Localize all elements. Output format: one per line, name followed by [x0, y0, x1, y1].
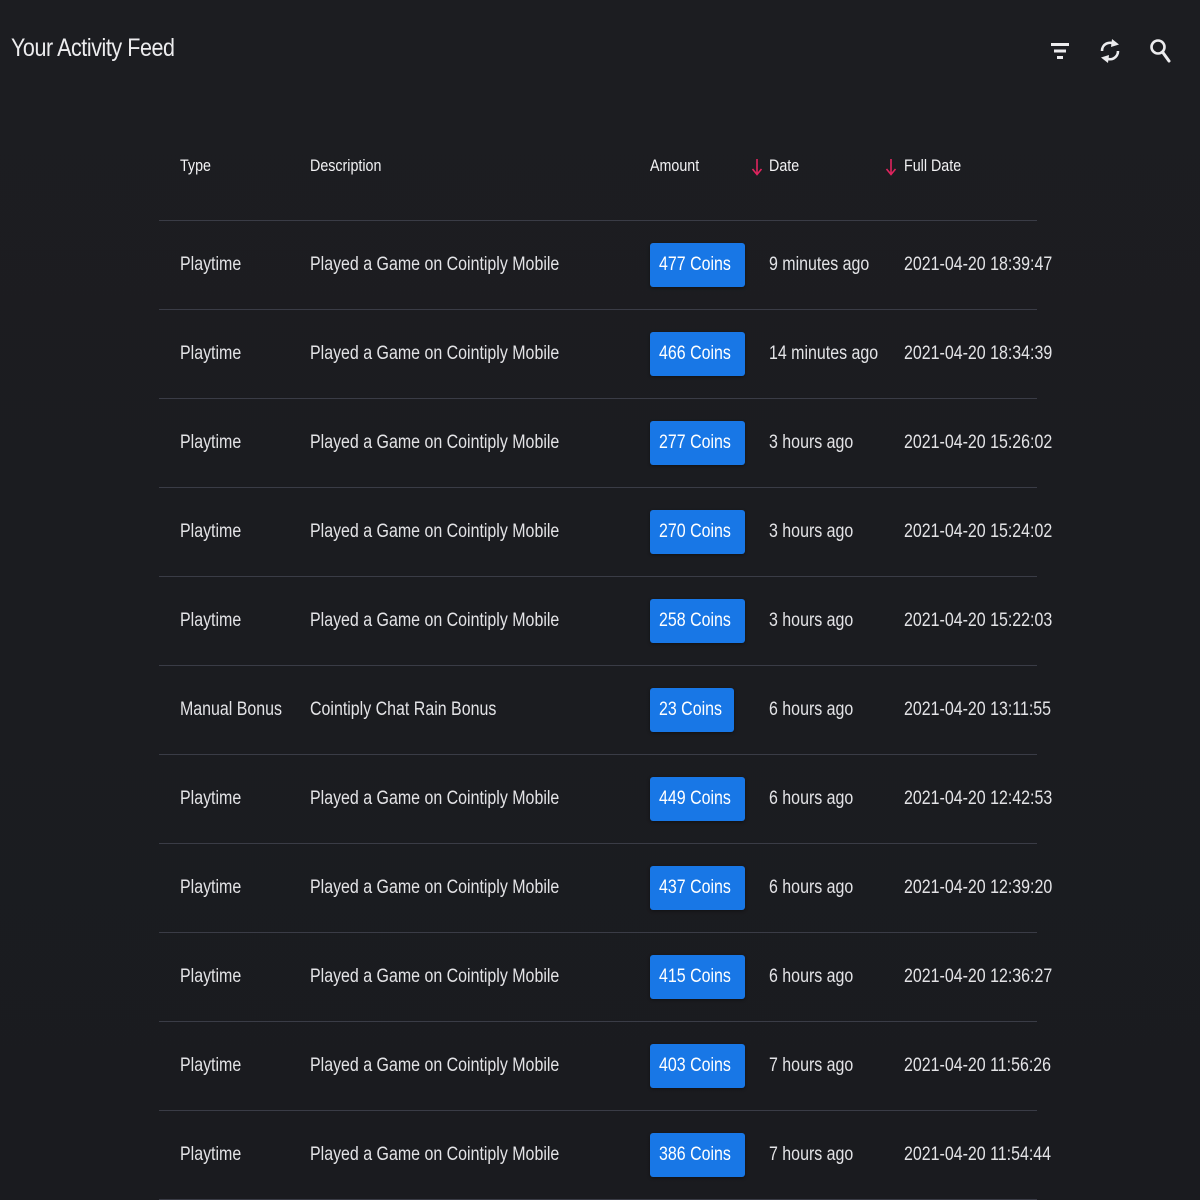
row-description: Played a Game on Cointiply Mobile: [310, 877, 560, 898]
toolbar-actions: [1046, 32, 1174, 70]
amount-badge: 23 Coins: [650, 688, 734, 732]
row-full-date: 2021-04-20 12:39:20: [904, 877, 1053, 898]
row-description: Played a Game on Cointiply Mobile: [310, 610, 560, 631]
row-full-date: 2021-04-20 12:36:27: [904, 966, 1053, 987]
table-row: Manual Bonus Cointiply Chat Rain Bonus 23 …: [159, 666, 1051, 755]
table-row: Playtime Played a Game on Cointiply Mobil…: [159, 933, 1052, 1022]
row-full-date: 2021-04-20 18:34:39: [904, 343, 1053, 364]
row-full-date: 2021-04-20 15:24:02: [904, 521, 1053, 542]
row-full-date: 2021-04-20 11:56:26: [904, 1055, 1052, 1076]
row-date: 7 hours ago: [769, 1144, 854, 1165]
column-header-description[interactable]: Description: [310, 156, 381, 176]
amount-label: 403 Coins: [659, 1055, 731, 1076]
amount-label: 477 Coins: [659, 254, 731, 275]
table-row: Playtime Played a Game on Cointiply Mobil…: [159, 310, 1052, 399]
row-date: 3 hours ago: [769, 432, 854, 453]
row-date: 3 hours ago: [769, 521, 854, 542]
amount-badge: 415 Coins: [650, 955, 745, 999]
row-full-date: 2021-04-20 11:54:44: [904, 1144, 1052, 1165]
row-type: Playtime: [180, 1144, 242, 1165]
row-date: 9 minutes ago: [769, 254, 870, 275]
table-row: Playtime Played a Game on Cointiply Mobil…: [159, 221, 1052, 310]
table-row: Playtime Played a Game on Cointiply Mobil…: [159, 755, 1052, 844]
page-title: Your Activity Feed: [11, 34, 175, 62]
amount-label: 449 Coins: [659, 788, 731, 809]
activity-feed-page: Your Activity Feed Type Description Amou…: [0, 0, 1200, 1200]
row-date: 6 hours ago: [769, 788, 854, 809]
amount-label: 270 Coins: [659, 521, 731, 542]
amount-badge: 270 Coins: [650, 510, 745, 554]
amount-badge: 403 Coins: [650, 1044, 745, 1088]
row-date: 6 hours ago: [769, 966, 854, 987]
table-row: Playtime Played a Game on Cointiply Mobil…: [159, 1022, 1051, 1111]
filter-icon: [1051, 43, 1069, 59]
row-date: 6 hours ago: [769, 699, 854, 720]
amount-label: 386 Coins: [659, 1144, 731, 1165]
row-full-date: 2021-04-20 12:42:53: [904, 788, 1053, 809]
table-body: Playtime Played a Game on Cointiply Mobil…: [159, 221, 1052, 1200]
amount-badge: 466 Coins: [650, 332, 745, 376]
row-full-date: 2021-04-20 15:22:03: [904, 610, 1053, 631]
search-icon: [1150, 39, 1171, 63]
column-header-full-date[interactable]: Full Date: [904, 156, 961, 176]
top-bar: Your Activity Feed: [0, 0, 1200, 104]
amount-badge: 449 Coins: [650, 777, 745, 821]
row-full-date: 2021-04-20 15:26:02: [904, 432, 1053, 453]
row-description: Played a Game on Cointiply Mobile: [310, 1144, 560, 1165]
table-row: Playtime Played a Game on Cointiply Mobil…: [159, 844, 1052, 933]
amount-label: 23 Coins: [659, 699, 722, 720]
refresh-icon: [1100, 39, 1120, 63]
row-description: Cointiply Chat Rain Bonus: [310, 699, 497, 720]
row-description: Played a Game on Cointiply Mobile: [310, 1055, 560, 1076]
activity-table: Type Description Amount Date Full Date P…: [159, 112, 1052, 1200]
column-header-date[interactable]: Date: [769, 156, 799, 176]
row-description: Played a Game on Cointiply Mobile: [310, 432, 560, 453]
amount-label: 437 Coins: [659, 877, 731, 898]
sort-arrow-down-icon[interactable]: [751, 158, 763, 176]
amount-label: 258 Coins: [659, 610, 731, 631]
row-type: Playtime: [180, 343, 242, 364]
row-type: Playtime: [180, 521, 242, 542]
amount-badge: 277 Coins: [650, 421, 745, 465]
table-header: Type Description Amount Date Full Date: [159, 112, 1037, 221]
column-header-amount[interactable]: Amount: [650, 156, 699, 176]
amount-badge: 258 Coins: [650, 599, 745, 643]
row-type: Manual Bonus: [180, 699, 283, 720]
amount-badge: 477 Coins: [650, 243, 745, 287]
row-type: Playtime: [180, 966, 242, 987]
row-type: Playtime: [180, 432, 242, 453]
amount-label: 466 Coins: [659, 343, 731, 364]
table-row: Playtime Played a Game on Cointiply Mobil…: [159, 399, 1052, 488]
refresh-button[interactable]: [1096, 32, 1124, 70]
search-button[interactable]: [1146, 32, 1174, 70]
table-row: Playtime Played a Game on Cointiply Mobil…: [159, 1111, 1051, 1200]
amount-label: 415 Coins: [659, 966, 731, 987]
amount-badge: 437 Coins: [650, 866, 745, 910]
row-type: Playtime: [180, 610, 242, 631]
row-type: Playtime: [180, 877, 242, 898]
row-date: 7 hours ago: [769, 1055, 854, 1076]
row-description: Played a Game on Cointiply Mobile: [310, 343, 560, 364]
row-description: Played a Game on Cointiply Mobile: [310, 788, 560, 809]
row-type: Playtime: [180, 1055, 242, 1076]
row-full-date: 2021-04-20 13:11:55: [904, 699, 1052, 720]
row-date: 14 minutes ago: [769, 343, 879, 364]
amount-badge: 386 Coins: [650, 1133, 745, 1177]
row-type: Playtime: [180, 788, 242, 809]
row-description: Played a Game on Cointiply Mobile: [310, 254, 560, 275]
column-header-type[interactable]: Type: [180, 156, 211, 176]
row-type: Playtime: [180, 254, 242, 275]
row-description: Played a Game on Cointiply Mobile: [310, 966, 560, 987]
amount-label: 277 Coins: [659, 432, 731, 453]
row-date: 3 hours ago: [769, 610, 854, 631]
row-date: 6 hours ago: [769, 877, 854, 898]
row-description: Played a Game on Cointiply Mobile: [310, 521, 560, 542]
table-row: Playtime Played a Game on Cointiply Mobil…: [159, 488, 1052, 577]
filter-button[interactable]: [1046, 32, 1074, 70]
row-full-date: 2021-04-20 18:39:47: [904, 254, 1053, 275]
table-row: Playtime Played a Game on Cointiply Mobil…: [159, 577, 1052, 666]
sort-arrow-down-icon[interactable]: [885, 158, 897, 176]
